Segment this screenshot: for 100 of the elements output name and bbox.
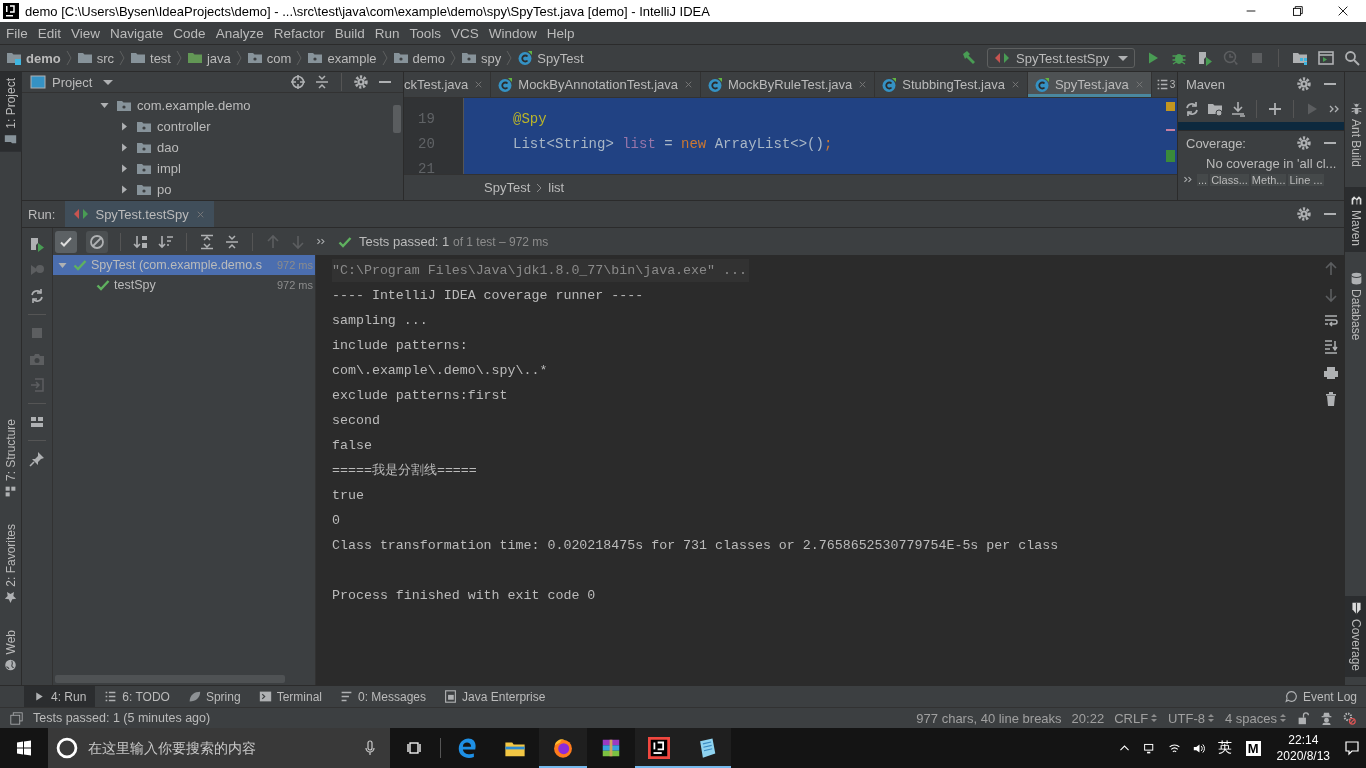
menu-item[interactable]: Window [483, 25, 542, 41]
soft-wrap-icon[interactable] [1323, 313, 1339, 329]
breadcrumb-item[interactable]: test [130, 50, 171, 66]
menu-item[interactable]: File [1, 25, 33, 41]
volume-icon[interactable] [1192, 741, 1206, 755]
editor-tab[interactable]: ckTest.java [404, 72, 492, 97]
menu-item[interactable]: Tools [404, 25, 446, 41]
column-header[interactable]: Line ... [1288, 173, 1324, 186]
search-icon[interactable] [1344, 50, 1360, 66]
menu-item[interactable]: Navigate [105, 25, 169, 41]
settings-icon[interactable] [353, 74, 369, 90]
event-log-button[interactable]: Event Log [1275, 686, 1366, 707]
tree-item[interactable]: controller [22, 116, 403, 137]
tool-window-tab[interactable]: 0: Messages [331, 686, 436, 707]
tool-window-tab[interactable]: 4: Run [24, 686, 96, 707]
breadcrumb-item[interactable]: demo [392, 50, 446, 66]
tool-window-tab[interactable]: Java Enterprise [435, 686, 555, 707]
breadcrumb-item[interactable]: list [548, 180, 565, 195]
tool-window-tab[interactable]: Maven [1345, 187, 1366, 253]
folder-icon[interactable] [1207, 101, 1223, 117]
tool-window-tab[interactable]: 7: Structure [0, 412, 22, 504]
project-structure-icon[interactable] [1292, 50, 1308, 66]
build-icon[interactable] [961, 50, 977, 66]
editor-tab[interactable]: MockByAnnotationTest.java [491, 72, 701, 97]
column-header[interactable]: Class... [1210, 173, 1249, 186]
menu-item[interactable]: Refactor [268, 25, 330, 41]
add-icon[interactable] [1267, 101, 1283, 117]
breadcrumb-item[interactable]: java [187, 50, 231, 66]
show-passed-toggle[interactable] [55, 230, 77, 253]
breadcrumb-item[interactable]: SpyTest [517, 50, 584, 66]
tool-window-tab[interactable]: Terminal [249, 686, 331, 707]
panel-title[interactable]: Project [52, 74, 93, 90]
run-tab[interactable]: SpyTest.testSpy [65, 201, 214, 227]
taskbar-app[interactable] [635, 728, 683, 768]
tool-window-tab[interactable]: Ant Build [1345, 96, 1366, 174]
breadcrumb-item[interactable]: SpyTest [484, 180, 531, 195]
menu-item[interactable]: Help [541, 25, 580, 41]
network-icon[interactable] [1142, 741, 1156, 755]
status-dropdown[interactable]: 4 spaces [1224, 710, 1287, 726]
search-field[interactable]: 在这里输入你要搜索的内容 [86, 739, 354, 757]
inspector-icon[interactable] [1320, 711, 1333, 725]
collapse-all-icon[interactable] [224, 233, 240, 250]
scrollbar[interactable] [393, 105, 401, 133]
editor-tab[interactable]: StubbingTest.java [875, 72, 1028, 97]
input-method-indicator[interactable]: 英 [1217, 739, 1232, 757]
editor-tab[interactable]: SpyTest.java [1027, 72, 1152, 97]
breadcrumb-item[interactable]: spy [461, 50, 502, 66]
refresh-icon[interactable] [1184, 101, 1200, 117]
menu-item[interactable]: View [66, 25, 106, 41]
taskbar-app[interactable] [683, 728, 731, 768]
tool-window-tab[interactable]: 6: TODO [95, 686, 179, 707]
tree-item[interactable]: dao [22, 137, 403, 158]
test-tree-item[interactable]: testSpy 972 ms [53, 275, 315, 295]
breadcrumb-item[interactable]: demo [6, 50, 61, 66]
microphone-icon[interactable] [362, 740, 378, 756]
change-marker[interactable] [1166, 150, 1175, 162]
editor-tab[interactable]: MockByRuleTest.java [701, 72, 876, 97]
warning-marker[interactable] [1166, 102, 1175, 111]
tool-window-tab[interactable]: Coverage [1345, 595, 1366, 677]
settings-icon[interactable] [1343, 711, 1356, 725]
run-configuration-dropdown[interactable]: SpyTest.testSpy [987, 48, 1135, 68]
clock[interactable]: 22:14 2020/8/13 [1276, 732, 1330, 764]
menu-item[interactable]: Analyze [210, 25, 269, 41]
column-header[interactable]: Meth... [1250, 173, 1287, 186]
taskbar-app[interactable] [539, 728, 587, 768]
layout-icon[interactable] [29, 414, 45, 430]
tool-window-tab[interactable]: Web [0, 623, 22, 677]
settings-icon[interactable] [1296, 135, 1312, 151]
tool-window-tab[interactable]: 2: Favorites [0, 517, 22, 610]
status-dropdown[interactable]: UTF-8 [1168, 710, 1215, 726]
tool-window-tab[interactable]: Spring [178, 686, 250, 707]
trash-icon[interactable] [1323, 391, 1339, 407]
print-icon[interactable] [1323, 365, 1339, 381]
menu-item[interactable]: Code [168, 25, 211, 41]
caret-position[interactable]: 20:22 [1071, 710, 1105, 726]
change-marker[interactable] [1166, 129, 1175, 131]
settings-icon[interactable] [1296, 76, 1312, 92]
menu-item[interactable]: Run [369, 25, 405, 41]
rerun-icon[interactable] [29, 236, 45, 252]
tool-window-tab[interactable]: 1: Project [0, 72, 22, 152]
menu-item[interactable]: Build [329, 25, 370, 41]
settings-icon[interactable] [1296, 206, 1312, 222]
show-ignored-toggle[interactable] [86, 230, 108, 253]
tree-item[interactable]: com.example.demo [22, 95, 403, 116]
search-box[interactable]: 在这里输入你要搜索的内容 [48, 728, 390, 768]
refresh-icon[interactable] [29, 288, 45, 304]
collapse-icon[interactable] [314, 74, 330, 90]
expand-all-icon[interactable] [199, 233, 215, 250]
pin-icon[interactable] [29, 451, 45, 467]
breadcrumb-item[interactable]: example [307, 50, 377, 66]
menu-item[interactable]: VCS [446, 25, 484, 41]
download-icon[interactable] [1230, 101, 1246, 117]
window-icon[interactable] [1318, 50, 1334, 66]
tree-item[interactable]: po [22, 179, 403, 200]
sort-icon[interactable] [133, 233, 149, 250]
locate-icon[interactable] [290, 74, 306, 90]
notification-icon[interactable] [1344, 740, 1360, 756]
menu-item[interactable]: Edit [32, 25, 67, 41]
wifi-icon[interactable] [1167, 741, 1181, 755]
window-icon[interactable] [10, 711, 23, 725]
